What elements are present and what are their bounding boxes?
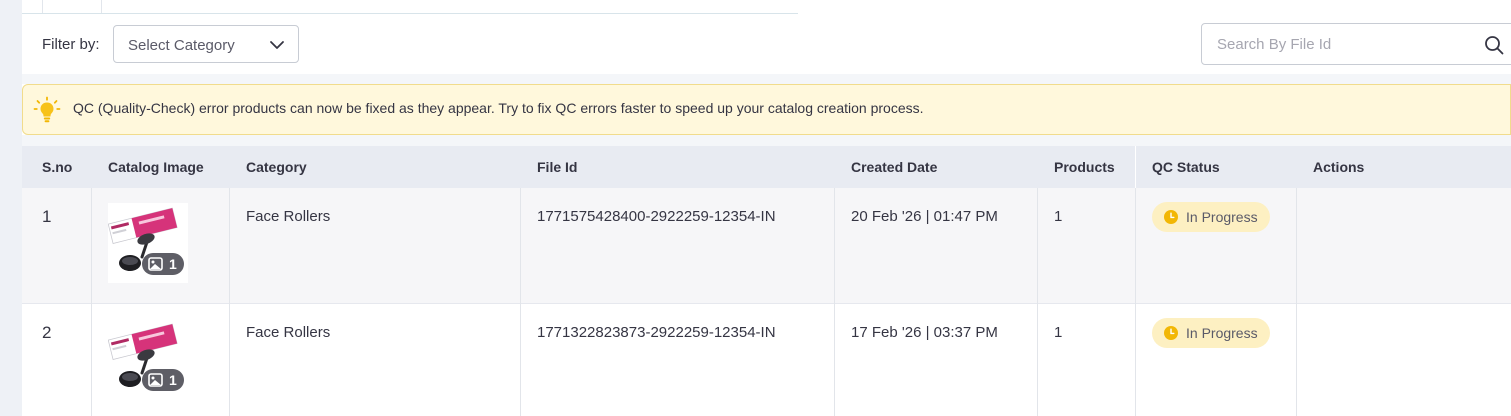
catalog-image[interactable]: 1 [108, 319, 188, 399]
cell-sno: 1 [42, 207, 52, 226]
divider-band [22, 74, 1511, 84]
header-sno: S.no [42, 159, 73, 175]
qc-status-badge: In Progress [1152, 202, 1270, 232]
column-separator [1135, 304, 1136, 416]
banner-text: QC (Quality-Check) error products can no… [73, 100, 924, 116]
cell-category: Face Rollers [246, 324, 331, 341]
column-separator [91, 188, 92, 304]
cell-file-id: 1771322823873-2922259-12354-IN [537, 324, 776, 341]
clock-icon [1164, 210, 1178, 224]
column-separator [520, 188, 521, 304]
qc-status-badge: In Progress [1152, 318, 1270, 348]
column-separator [834, 304, 835, 416]
cell-products: 1 [1054, 208, 1063, 225]
chevron-down-icon [270, 41, 284, 49]
qc-status-label: In Progress [1186, 325, 1258, 341]
image-icon [148, 373, 163, 387]
cell-products: 1 [1054, 324, 1063, 341]
column-separator [229, 304, 230, 416]
divider-band-2 [22, 135, 1511, 146]
page: Filter by: Select Category Search By Fil… [0, 0, 1511, 416]
image-count: 1 [169, 256, 177, 272]
catalog-image[interactable]: 1 [108, 203, 188, 283]
column-separator [1296, 304, 1297, 416]
search-input[interactable] [1203, 25, 1467, 63]
header-qc-status: QC Status [1152, 159, 1220, 175]
image-count-badge: 1 [142, 369, 184, 391]
cell-created-date: 20 Feb '26 | 01:47 PM [851, 208, 998, 225]
column-separator [1135, 188, 1136, 304]
header-separator [1135, 146, 1136, 188]
header-catalog-image: Catalog Image [108, 159, 204, 175]
column-separator [1037, 304, 1038, 416]
column-separator [91, 304, 92, 416]
header-created-date: Created Date [851, 159, 938, 175]
header-actions: Actions [1313, 159, 1365, 175]
category-select[interactable]: Select Category [113, 25, 299, 63]
image-icon [148, 257, 163, 271]
catalog-panel: Filter by: Select Category Search By Fil… [22, 0, 1511, 416]
clock-icon [1164, 326, 1178, 340]
image-count: 1 [169, 372, 177, 388]
tab-strip [22, 0, 798, 14]
column-separator [834, 188, 835, 304]
search-icon[interactable] [1484, 35, 1504, 55]
cell-created-date: 17 Feb '26 | 03:37 PM [851, 324, 998, 341]
image-count-badge: 1 [142, 253, 184, 275]
catalog-table: S.no Catalog Image Category File Id Crea… [22, 146, 1511, 416]
qc-status-label: In Progress [1186, 209, 1258, 225]
category-select-value: Select Category [128, 37, 235, 54]
table-row: 2 1 Face Rollers 1771322823873-2922259-1… [22, 304, 1511, 416]
column-separator [229, 188, 230, 304]
cell-sno: 2 [42, 323, 52, 342]
lightbulb-icon [33, 96, 61, 123]
header-products: Products [1054, 159, 1115, 175]
cell-file-id: 1771575428400-2922259-12354-IN [537, 208, 776, 225]
tab-active[interactable] [42, 0, 102, 13]
filter-label: Filter by: [42, 36, 100, 53]
header-file-id: File Id [537, 159, 578, 175]
table-header: S.no Catalog Image Category File Id Crea… [22, 146, 1511, 188]
search-box[interactable] [1201, 23, 1511, 65]
column-separator [1296, 188, 1297, 304]
cell-category: Face Rollers [246, 208, 331, 225]
qc-info-banner: QC (Quality-Check) error products can no… [22, 84, 1511, 135]
column-separator [1037, 188, 1038, 304]
column-separator [520, 304, 521, 416]
table-row: 1 1 Face Rollers 1771575428400-2922259-1… [22, 188, 1511, 304]
header-category: Category [246, 159, 307, 175]
